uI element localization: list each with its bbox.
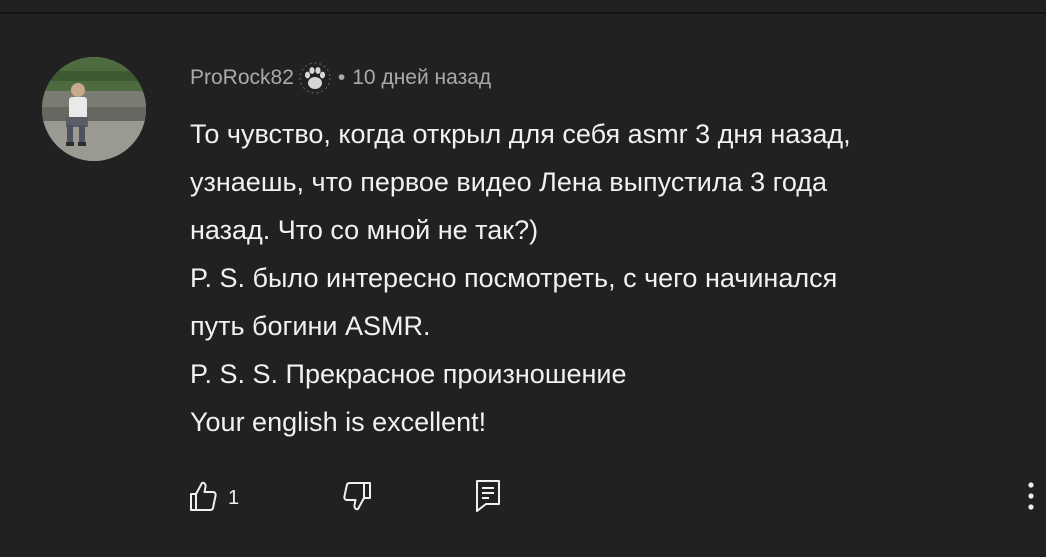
like-button[interactable]: 1: [188, 478, 239, 518]
more-options-button[interactable]: [1026, 478, 1036, 518]
comment-line: Your english is excellent!: [190, 407, 487, 437]
comment-line: путь богини ASMR.: [190, 311, 431, 341]
comment-card: ProRock82 • 10 дней назад То чувство, ко…: [0, 0, 1046, 557]
comment-timestamp[interactable]: 10 дней назад: [352, 66, 491, 90]
more-vert-icon: [1026, 479, 1036, 518]
comment-header: ProRock82 • 10 дней назад: [190, 58, 491, 98]
comment-line: P. S. было интересно посмотреть, с чего …: [190, 263, 838, 293]
dislike-button[interactable]: [340, 478, 372, 518]
paw-icon: [298, 61, 332, 95]
thumbs-up-icon: [188, 479, 218, 518]
reply-icon: [474, 478, 502, 519]
thumbs-down-icon: [340, 479, 372, 518]
comment-actions: 1: [0, 478, 1046, 518]
avatar-photo: [42, 57, 146, 161]
top-divider: [0, 0, 1046, 14]
author-name[interactable]: ProRock82: [190, 66, 294, 90]
header-separator: •: [337, 66, 346, 89]
avatar[interactable]: [42, 57, 146, 161]
comment-body: То чувство, когда открыл для себя asmr 3…: [190, 110, 1030, 446]
comment-line: назад. Что со мной не так?): [190, 215, 539, 245]
reply-button[interactable]: [474, 478, 502, 518]
comment-line: То чувство, когда открыл для себя asmr 3…: [190, 119, 851, 149]
comment-line: узнаешь, что первое видео Лена выпустила…: [190, 167, 828, 197]
like-count: 1: [228, 486, 240, 509]
comment-line: P. S. S. Прекрасное произношение: [190, 359, 627, 389]
